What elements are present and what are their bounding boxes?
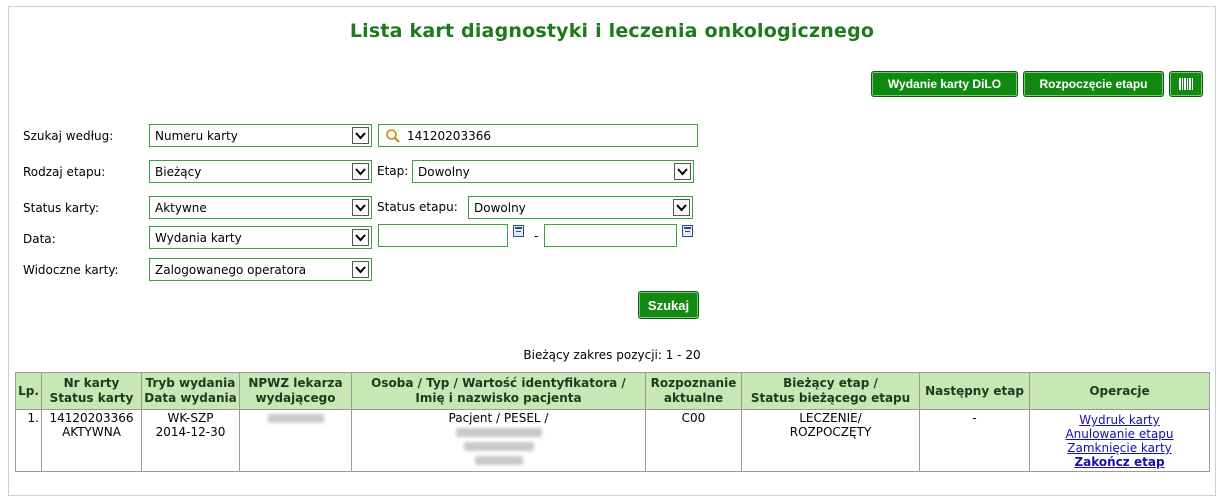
current-stage-cell: LECZENIE/ROZPOCZĘTY	[741, 409, 920, 472]
date-range-separator: -	[534, 229, 539, 243]
issue-mode-cell: WK-SZP 2014-12-30	[141, 409, 240, 472]
column-header: Bieżący etap / Status bieżącego etapu	[741, 372, 920, 410]
chevron-down-icon	[673, 199, 690, 216]
close-card-link[interactable]: Zamknięcie karty	[1033, 441, 1206, 455]
date-to-input[interactable]	[544, 224, 677, 247]
chevron-down-icon	[352, 127, 369, 144]
row-number: 1.	[15, 409, 42, 472]
start-stage-button[interactable]: Rozpoczęcie etapu	[1023, 71, 1164, 97]
stage-status-select[interactable]: Dowolny	[468, 196, 693, 219]
finish-stage-link[interactable]: Zakończ etap	[1033, 455, 1206, 469]
stage-label: Etap:	[377, 164, 409, 178]
table-header-row: Lp. Nr karty Status karty Tryb wydania Dat…	[15, 372, 1210, 410]
stage-status-value: Dowolny	[474, 201, 526, 215]
column-header: Lp.	[15, 372, 42, 410]
print-card-link[interactable]: Wydruk karty	[1033, 413, 1206, 427]
chevron-down-icon	[352, 199, 369, 216]
date-type-select[interactable]: Wydania karty	[149, 226, 372, 249]
barcode-icon	[1179, 78, 1193, 90]
stage-kind-select[interactable]: Bieżący	[149, 160, 372, 183]
issue-card-button[interactable]: Wydanie karty DiLO	[871, 71, 1018, 97]
redacted-text	[463, 442, 534, 451]
page-title: Lista kart diagnostyki i leczenia onkolo…	[349, 20, 875, 42]
calendar-icon[interactable]	[513, 225, 524, 237]
results-table: Lp. Nr karty Status karty Tryb wydania Dat…	[15, 372, 1210, 472]
column-header: Następny etap	[919, 372, 1030, 410]
doctor-npwz-cell	[239, 409, 352, 472]
search-by-select[interactable]: Numeru karty	[149, 124, 372, 147]
page-panel: Lista kart diagnostyki i leczenia onkolo…	[8, 6, 1216, 496]
next-stage-cell: -	[919, 409, 1030, 472]
search-by-value: Numeru karty	[155, 129, 238, 143]
column-header: Nr karty Status karty	[41, 372, 142, 410]
patient-cell: Pacjent / PESEL /	[351, 409, 646, 472]
stage-value: Dowolny	[418, 165, 470, 179]
calendar-icon[interactable]	[682, 225, 693, 237]
chevron-down-icon	[352, 163, 369, 180]
redacted-text	[474, 456, 523, 465]
stage-kind-value: Bieżący	[155, 165, 202, 179]
stage-select[interactable]: Dowolny	[412, 160, 694, 183]
chevron-down-icon	[352, 229, 369, 246]
search-query-input[interactable]: 14120203366	[378, 124, 698, 147]
column-header: Osoba / Typ / Wartość identyfikatora / Im…	[351, 372, 646, 410]
stage-kind-label: Rodzaj etapu:	[23, 165, 106, 179]
operations-cell: Wydruk karty Anulowanie etapu Zamknięcie…	[1029, 409, 1210, 472]
column-header: Rozpoznanie aktualne	[645, 372, 742, 410]
search-icon	[386, 129, 400, 143]
range-info: Bieżący zakres pozycji: 1 - 20	[523, 348, 701, 362]
chevron-down-icon	[674, 163, 691, 180]
date-type-value: Wydania karty	[155, 231, 242, 245]
visible-cards-select[interactable]: Zalogowanego operatora	[149, 258, 372, 281]
table-row: 1. 14120203366 AKTYWNA WK-SZP 2014-12-30 P…	[15, 409, 1210, 472]
column-header: NPWZ lekarza wydającego	[239, 372, 352, 410]
column-header: Tryb wydania Data wydania	[141, 372, 240, 410]
card-status-label: Status karty:	[23, 201, 100, 215]
column-header: Operacje	[1029, 372, 1210, 410]
search-button[interactable]: Szukaj	[638, 291, 699, 319]
diagnosis-cell: C00	[645, 409, 742, 472]
date-from-input[interactable]	[378, 224, 508, 247]
search-query-value: 14120203366	[407, 129, 491, 143]
search-by-label: Szukaj według:	[23, 129, 114, 143]
stage-status-label: Status etapu:	[377, 200, 458, 214]
cancel-stage-link[interactable]: Anulowanie etapu	[1033, 427, 1206, 441]
barcode-button[interactable]	[1169, 71, 1203, 97]
chevron-down-icon	[352, 261, 369, 278]
visible-cards-label: Widoczne karty:	[23, 263, 119, 277]
card-status-value: Aktywne	[155, 201, 207, 215]
date-label: Data:	[23, 232, 56, 246]
card-status-select[interactable]: Aktywne	[149, 196, 372, 219]
visible-cards-value: Zalogowanego operatora	[155, 263, 307, 277]
redacted-text	[267, 414, 324, 423]
redacted-text	[455, 428, 542, 437]
card-number-cell: 14120203366 AKTYWNA	[41, 409, 142, 472]
